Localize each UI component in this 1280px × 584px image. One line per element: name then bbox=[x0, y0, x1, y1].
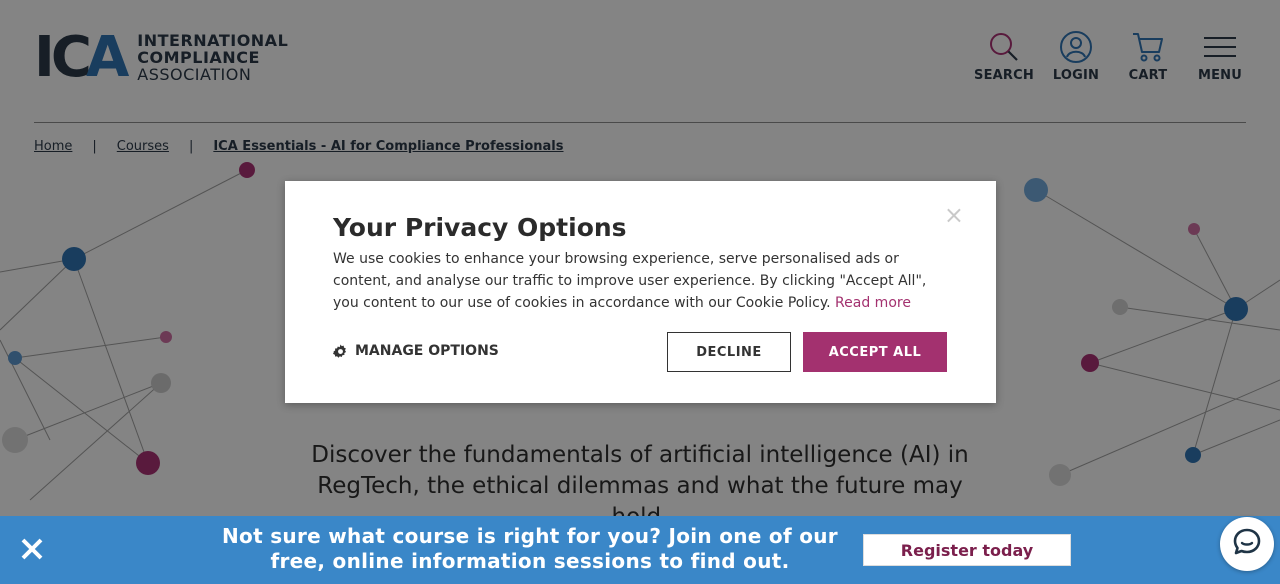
decline-button[interactable]: DECLINE bbox=[667, 332, 791, 372]
banner-text: Not sure what course is right for you? J… bbox=[222, 524, 838, 573]
modal-body: We use cookies to enhance your browsing … bbox=[333, 248, 943, 314]
info-session-banner: Not sure what course is right for you? J… bbox=[0, 516, 1280, 584]
privacy-options-modal: × Your Privacy Options We use cookies to… bbox=[285, 181, 996, 403]
register-today-button[interactable]: Register today bbox=[863, 534, 1071, 566]
accept-all-button[interactable]: ACCEPT ALL bbox=[803, 332, 947, 372]
manage-options-label: MANAGE OPTIONS bbox=[355, 343, 499, 359]
close-icon[interactable] bbox=[18, 535, 46, 563]
read-more-link[interactable]: Read more bbox=[835, 295, 911, 311]
close-icon[interactable]: × bbox=[944, 203, 964, 227]
manage-options-button[interactable]: MANAGE OPTIONS bbox=[333, 343, 499, 359]
gear-icon bbox=[333, 343, 348, 359]
modal-title: Your Privacy Options bbox=[333, 213, 627, 242]
chat-widget-button[interactable] bbox=[1220, 517, 1274, 571]
chat-icon bbox=[1232, 527, 1262, 561]
